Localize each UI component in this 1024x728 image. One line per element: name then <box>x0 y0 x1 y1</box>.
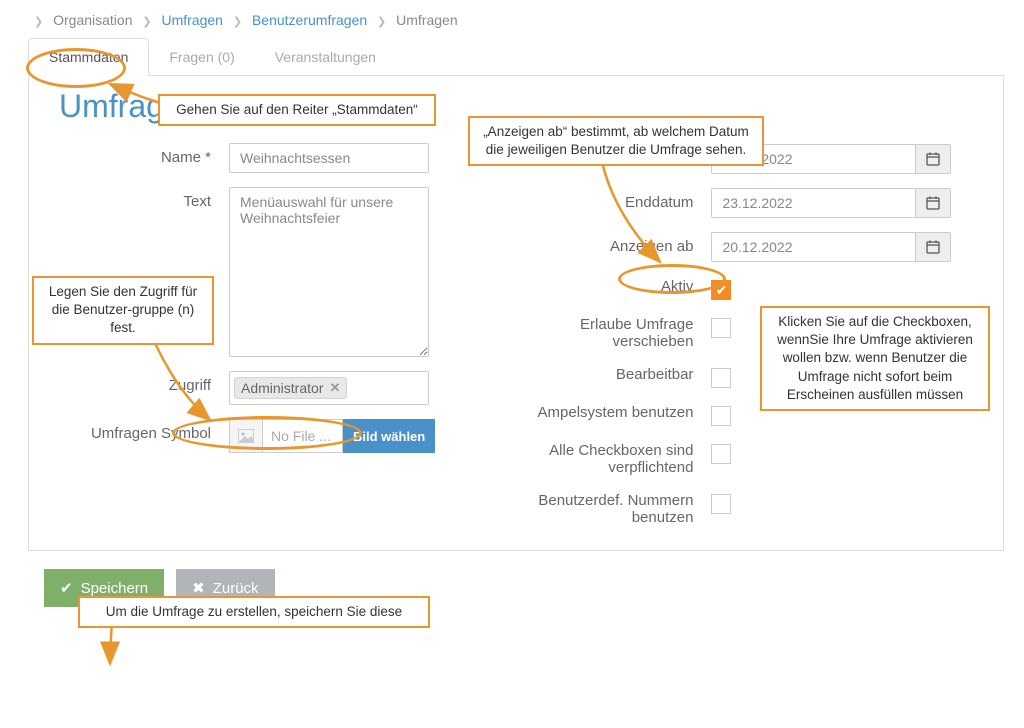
enddate-label: Enddatum <box>516 188 711 211</box>
showfrom-label: Anzeigen ab <box>516 232 711 255</box>
annotation-callout: Gehen Sie auf den Reiter „Stammdaten“ <box>158 94 436 126</box>
image-placeholder-icon <box>229 419 263 453</box>
postpone-label: Erlaube Umfrage verschieben <box>516 314 711 350</box>
symbol-label: Umfragen Symbol <box>59 419 229 442</box>
traffic-label: Ampelsystem benutzen <box>516 402 711 421</box>
breadcrumb-item: Organisation <box>53 12 132 28</box>
tab-bar: Stammdaten Fragen (0) Veranstaltungen <box>28 38 1004 76</box>
editable-label: Bearbeitbar <box>516 364 711 383</box>
allcb-checkbox[interactable] <box>711 444 731 464</box>
access-label: Zugriff <box>59 371 229 394</box>
choose-image-button[interactable]: Bild wählen <box>343 419 435 453</box>
allcb-label: Alle Checkboxen sind verpflichtend <box>516 440 711 476</box>
annotation-callout: Klicken Sie auf die Checkboxen, wennSie … <box>760 306 990 411</box>
active-checkbox[interactable]: ✔ <box>711 280 731 300</box>
text-textarea[interactable]: Menüauswahl für unsere Weihnachtsfeier <box>229 187 429 357</box>
tab-stammdaten[interactable]: Stammdaten <box>28 38 149 76</box>
tab-fragen[interactable]: Fragen (0) <box>149 38 254 75</box>
save-button-label: Speichern <box>81 580 149 597</box>
breadcrumb: ❯ Organisation ❯ Umfragen ❯ Benutzerumfr… <box>0 0 1024 38</box>
access-tag[interactable]: Administrator ✕ <box>234 377 347 399</box>
showfrom-input[interactable] <box>711 232 915 262</box>
chevron-right-icon: ❯ <box>34 16 43 28</box>
back-button-label: Zurück <box>213 580 259 597</box>
custnum-checkbox[interactable] <box>711 494 731 514</box>
traffic-checkbox[interactable] <box>711 406 731 426</box>
breadcrumb-link[interactable]: Umfragen <box>162 12 223 28</box>
text-label: Text <box>59 187 229 210</box>
remove-tag-icon[interactable]: ✕ <box>329 380 340 396</box>
enddate-input[interactable] <box>711 188 915 218</box>
postpone-checkbox[interactable] <box>711 318 731 338</box>
custnum-label: Benutzerdef. Nummern benutzen <box>516 490 711 526</box>
calendar-icon[interactable] <box>915 232 951 262</box>
calendar-icon[interactable] <box>915 144 951 174</box>
chevron-right-icon: ❯ <box>233 16 242 28</box>
chevron-right-icon: ❯ <box>142 16 151 28</box>
breadcrumb-current: Umfragen <box>396 12 457 28</box>
access-tag-input[interactable]: Administrator ✕ <box>229 371 429 405</box>
annotation-callout: Legen Sie den Zugriff für die Benutzer-g… <box>32 276 214 345</box>
name-input[interactable] <box>229 143 429 173</box>
breadcrumb-link[interactable]: Benutzerumfragen <box>252 12 367 28</box>
check-icon: ✔ <box>60 579 73 597</box>
chevron-right-icon: ❯ <box>377 16 386 28</box>
calendar-icon[interactable] <box>915 188 951 218</box>
file-name-display: No File ... <box>263 419 343 453</box>
annotation-callout: „Anzeigen ab“ bestimmt, ab welchem Datum… <box>468 116 764 166</box>
name-label: Name * <box>59 143 229 166</box>
close-icon: ✖ <box>192 579 205 597</box>
annotation-callout: Um die Umfrage zu erstellen, speichern S… <box>78 596 430 628</box>
access-tag-label: Administrator <box>241 380 323 396</box>
tab-veranstaltungen[interactable]: Veranstaltungen <box>255 38 396 75</box>
editable-checkbox[interactable] <box>711 368 731 388</box>
active-label: Aktiv <box>516 276 711 295</box>
